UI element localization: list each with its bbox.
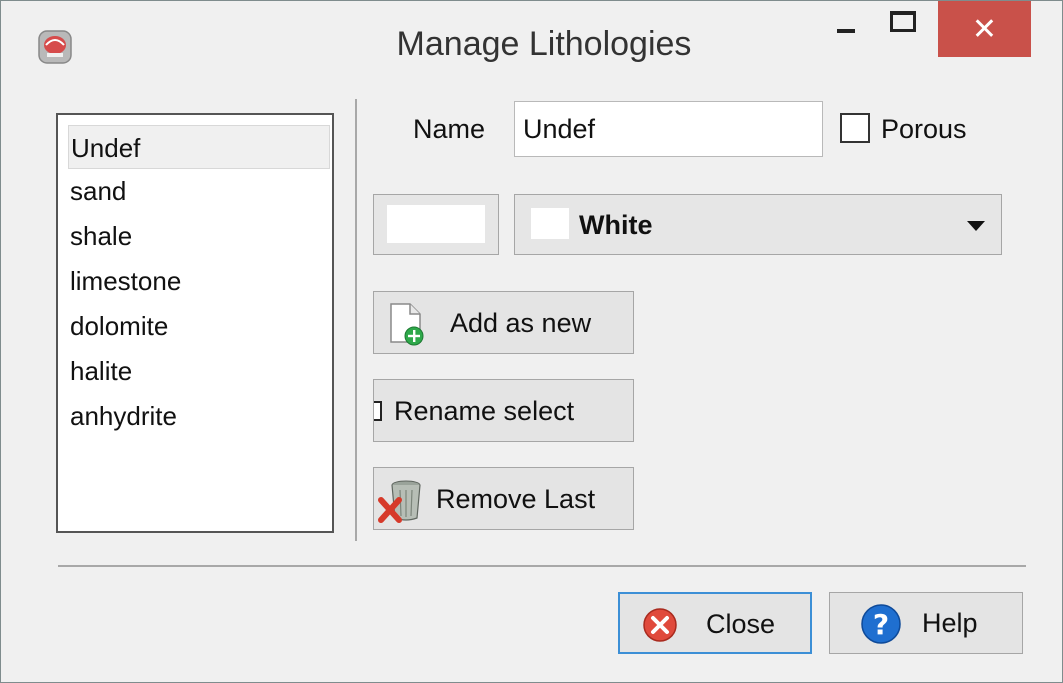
chevron-down-icon xyxy=(967,221,985,231)
add-as-new-button[interactable]: Add as new xyxy=(373,291,634,354)
maximize-button[interactable] xyxy=(878,1,928,57)
manage-lithologies-dialog: Manage Lithologies ✕ Undef sand shale li… xyxy=(0,0,1063,683)
maximize-icon xyxy=(890,10,916,32)
close-icon: ✕ xyxy=(971,12,998,46)
help-label: Help xyxy=(922,608,978,638)
window-close-button[interactable]: ✕ xyxy=(938,1,1031,57)
list-item[interactable]: halite xyxy=(68,349,330,393)
rename-icon xyxy=(374,401,382,421)
list-item[interactable]: dolomite xyxy=(68,304,330,348)
color-swatch xyxy=(387,205,485,243)
close-label: Close xyxy=(706,609,776,639)
trash-remove-icon xyxy=(378,476,430,524)
title-bar[interactable]: Manage Lithologies ✕ xyxy=(1,1,1062,87)
vertical-divider xyxy=(355,99,357,541)
minimize-button[interactable] xyxy=(821,1,871,57)
list-item[interactable]: shale xyxy=(68,214,330,258)
minimize-icon xyxy=(837,29,855,33)
list-item[interactable]: limestone xyxy=(68,259,330,303)
help-circle-icon: ? xyxy=(860,603,902,645)
rename-selected-label: Rename select xyxy=(394,396,575,426)
porous-checkbox[interactable] xyxy=(840,113,870,143)
porous-label[interactable]: Porous xyxy=(881,109,967,149)
remove-last-label: Remove Last xyxy=(436,484,596,514)
list-item[interactable]: anhydrite xyxy=(68,394,330,438)
svg-text:?: ? xyxy=(873,608,889,641)
color-swatch-button[interactable] xyxy=(373,194,499,255)
rename-selected-button[interactable]: Rename select xyxy=(373,379,634,442)
list-item[interactable]: Undef xyxy=(68,125,330,169)
color-dropdown[interactable]: White xyxy=(514,194,1002,255)
close-button[interactable]: Close xyxy=(618,592,812,654)
add-as-new-label: Add as new xyxy=(450,308,592,338)
horizontal-divider xyxy=(58,565,1026,567)
color-dropdown-value: White xyxy=(579,210,653,240)
list-item[interactable]: sand xyxy=(68,169,330,213)
remove-last-button[interactable]: Remove Last xyxy=(373,467,634,530)
help-button[interactable]: ? Help xyxy=(829,592,1023,654)
name-label: Name xyxy=(413,114,486,144)
new-document-icon xyxy=(388,302,426,346)
lithology-list[interactable]: Undef sand shale limestone dolomite hali… xyxy=(56,113,334,533)
close-circle-icon xyxy=(642,607,678,643)
color-swatch xyxy=(531,208,569,239)
name-input[interactable]: Undef xyxy=(514,101,823,157)
